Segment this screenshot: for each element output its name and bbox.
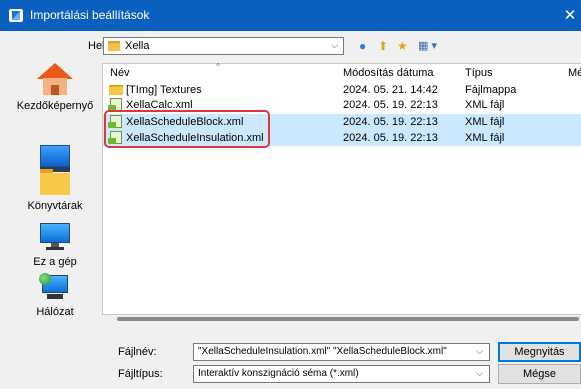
filetype-label: Fájltípus:	[118, 368, 163, 380]
window-title: Importálási beállítások	[30, 8, 150, 22]
filename-value: "XellaScheduleInsulation.xml" "XellaSche…	[198, 346, 447, 357]
sort-arrow-icon: ^	[216, 62, 220, 71]
file-date: 2024. 05. 19. 22:13	[343, 99, 438, 111]
scrollbar-thumb[interactable]	[117, 317, 579, 321]
file-name: [TImg] Textures	[126, 84, 202, 96]
filename-field[interactable]: "XellaScheduleInsulation.xml" "XellaSche…	[193, 343, 490, 361]
place-label: Könyvtárak	[27, 200, 83, 212]
up-folder-button[interactable]: ⬆	[378, 38, 388, 54]
file-list[interactable]: Név ^ Módosítás dátuma Típus Mé [TImg] T…	[102, 62, 581, 315]
place-libraries[interactable]: Könyvtárak	[10, 169, 100, 212]
horizontal-scrollbar[interactable]	[102, 315, 581, 323]
chevron-down-icon: ⌵	[331, 40, 338, 50]
this-pc-icon	[40, 223, 70, 251]
look-in-value: Xella	[125, 40, 150, 52]
back-button[interactable]: ●	[359, 38, 366, 54]
file-date: 2024. 05. 21. 14:42	[343, 84, 438, 96]
chevron-down-icon[interactable]: ⌵	[476, 346, 483, 357]
column-header-name[interactable]: Név	[110, 67, 130, 79]
file-type: Fájlmappa	[465, 84, 517, 96]
cancel-button[interactable]: Mégse	[498, 364, 581, 384]
file-date: 2024. 05. 19. 22:13	[343, 116, 438, 128]
file-type: XML fájl	[465, 116, 505, 128]
filetype-dropdown[interactable]: Interaktív konszignáció séma (*.xml) ⌵	[193, 365, 490, 383]
title-bar: Importálási beállítások ✕	[0, 0, 581, 31]
file-type: XML fájl	[465, 132, 505, 144]
new-folder-button[interactable]: ★	[397, 38, 408, 54]
folder-icon	[108, 41, 120, 51]
look-in-dropdown[interactable]: Xella ⌵	[103, 37, 344, 55]
libraries-icon	[40, 169, 70, 195]
list-item[interactable]: [TImg] Textures 2024. 05. 21. 14:42 Fájl…	[103, 82, 581, 98]
home-icon	[37, 63, 73, 95]
place-home[interactable]: Kezdőképernyő	[10, 63, 100, 112]
place-label: Ez a gép	[33, 256, 77, 268]
folder-icon	[109, 85, 123, 95]
filename-label: Fájlnév:	[118, 346, 157, 358]
open-button[interactable]: Megnyitás	[498, 342, 581, 362]
close-button[interactable]: ✕	[559, 0, 581, 31]
network-icon	[39, 273, 71, 301]
look-in-row: Hely: Xella ⌵	[0, 37, 581, 57]
column-header-date[interactable]: Módosítás dátuma	[343, 67, 434, 79]
file-date: 2024. 05. 19. 22:13	[343, 132, 438, 144]
place-this-pc[interactable]: Ez a gép	[10, 223, 100, 268]
list-header: Név ^ Módosítás dátuma Típus Mé	[103, 62, 581, 82]
place-label: Kezdőképernyő	[16, 100, 94, 112]
column-header-size[interactable]: Mé	[568, 67, 581, 79]
file-type: XML fájl	[465, 99, 505, 111]
column-header-type[interactable]: Típus	[465, 67, 493, 79]
app-icon	[9, 9, 23, 22]
place-network[interactable]: Hálózat	[10, 273, 100, 318]
selection-highlight-box	[104, 110, 270, 148]
place-label: Hálózat	[36, 306, 74, 318]
view-menu-button[interactable]: ▦ ▾	[418, 38, 437, 54]
chevron-down-icon: ⌵	[476, 368, 483, 378]
places-bar: Kezdőképernyő Asztal Könyvtárak Ez a gép…	[10, 63, 100, 380]
filetype-value: Interaktív konszignáció séma (*.xml)	[198, 368, 359, 379]
